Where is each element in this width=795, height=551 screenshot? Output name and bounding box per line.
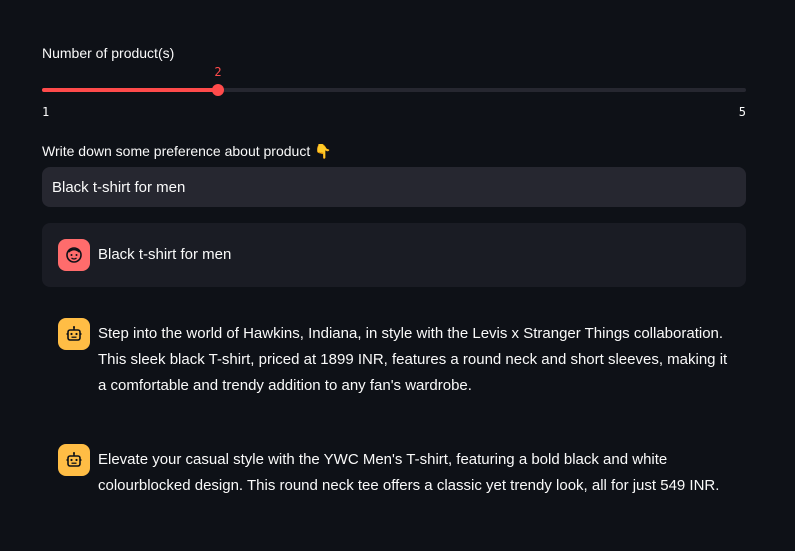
robot-icon — [66, 326, 82, 341]
slider-max-label: 5 — [738, 105, 746, 119]
user-avatar — [58, 239, 90, 271]
assistant-message-text: Elevate your casual style with the YWC M… — [98, 451, 720, 494]
slider-fill — [42, 88, 218, 92]
product-count-slider[interactable]: 2 1 5 — [42, 60, 746, 120]
app-page: Number of product(s) 2 1 5 Write down so… — [0, 0, 795, 551]
slider-thumb[interactable] — [212, 84, 224, 96]
assistant-chat-message: Step into the world of Hawkins, Indiana,… — [42, 302, 746, 415]
assistant-avatar — [58, 318, 90, 350]
slider-label: Number of product(s) — [42, 45, 175, 61]
preference-input[interactable] — [42, 167, 746, 207]
preference-input-label: Write down some preference about product… — [42, 143, 332, 159]
user-chat-message: Black t-shirt for men — [42, 223, 746, 287]
user-message-text: Black t-shirt for men — [98, 246, 232, 263]
assistant-chat-message: Elevate your casual style with the YWC M… — [42, 428, 746, 515]
robot-icon — [66, 452, 82, 467]
assistant-message-text: Step into the world of Hawkins, Indiana,… — [98, 325, 728, 394]
assistant-avatar — [58, 444, 90, 476]
slider-min-label: 1 — [42, 105, 50, 119]
slider-value-label: 2 — [214, 65, 222, 79]
face-icon — [66, 247, 82, 263]
